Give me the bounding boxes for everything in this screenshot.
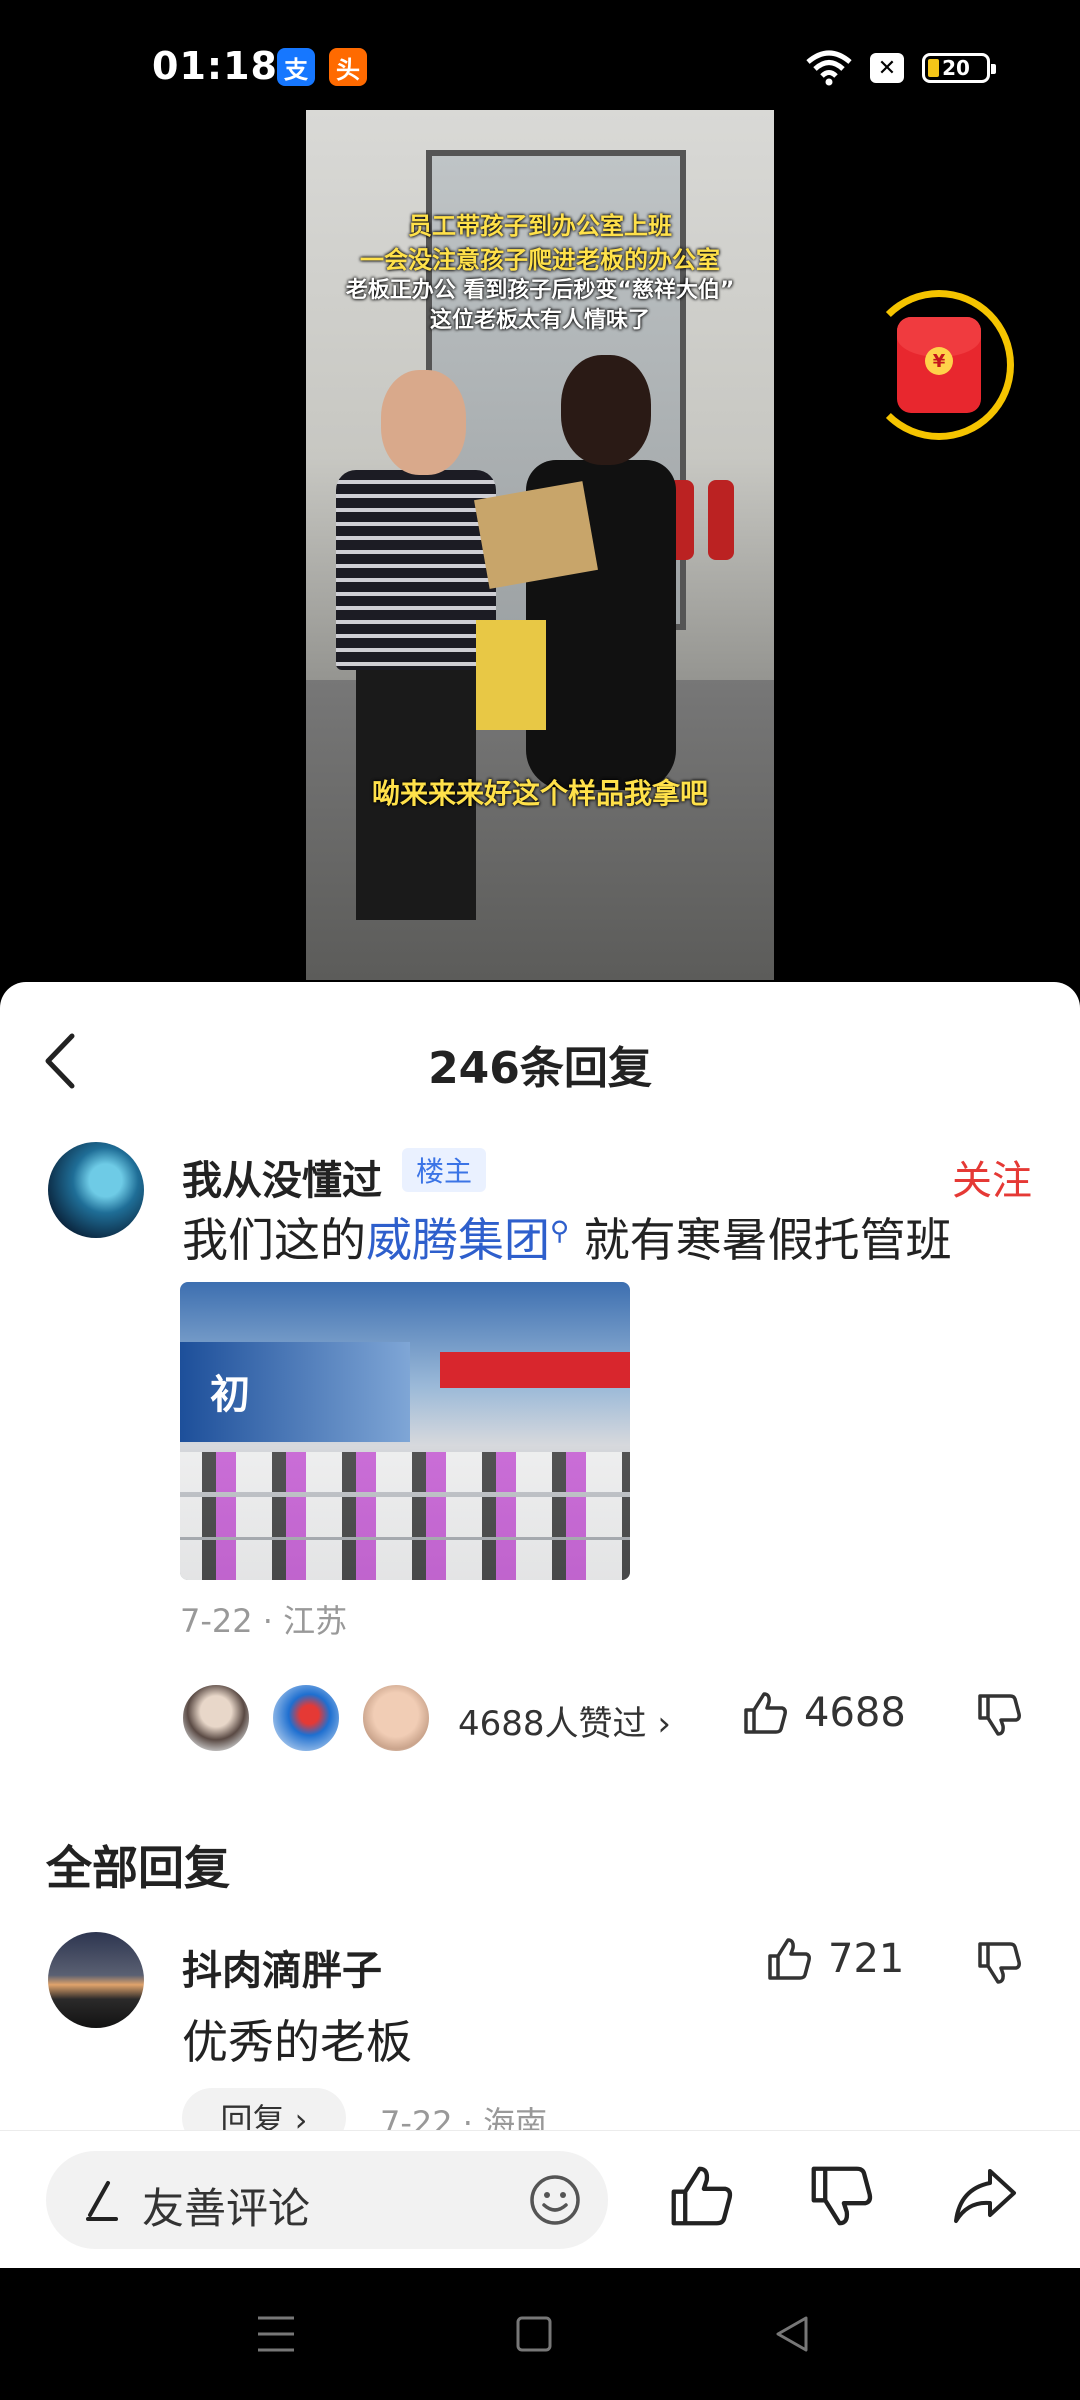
video-subtitle: 呦来来来好这个样品我拿吧 [371, 777, 708, 810]
reply-text: 优秀的老板 [182, 2015, 412, 2069]
reply-like-button[interactable]: 721 [766, 1936, 904, 1982]
image-classroom-row [180, 1497, 630, 1537]
comment-input-placeholder: 友善评论 [142, 2184, 311, 2233]
image-classroom-row [180, 1540, 630, 1580]
share-icon[interactable] [950, 2163, 1020, 2229]
video-scene-extinguisher [708, 480, 734, 560]
owner-badge: 楼主 [402, 1148, 487, 1192]
likes-summary-link[interactable]: 4688人赞过 › [458, 1696, 671, 1745]
image-banner-right [440, 1352, 630, 1388]
like-count: 4688 [804, 1690, 906, 1736]
battery-level: 20 [942, 56, 970, 80]
status-bar: 01:18 支 头 ✕ 20 [0, 0, 1080, 110]
video-player[interactable]: 员工带孩子到办公室上班 一会没注意孩子爬进老板的办公室 老板正办公 看到孩子后秒… [306, 110, 774, 980]
menu-icon[interactable] [256, 2312, 296, 2356]
bottom-bar: 友善评论 [0, 2130, 1080, 2268]
home-icon[interactable] [514, 2312, 554, 2356]
likes-row: 4688人赞过 › 4688 [0, 1682, 1080, 1762]
system-nav-bar [0, 2268, 1080, 2400]
red-packet-button[interactable]: ¥ [864, 290, 1014, 440]
liker-avatar[interactable] [180, 1682, 252, 1754]
reply-username[interactable]: 抖肉滴胖子 [182, 1938, 382, 1996]
follow-button[interactable]: 关注 [952, 1148, 1032, 1206]
reply-like-count: 721 [828, 1936, 905, 1982]
back-icon[interactable] [772, 2312, 812, 2356]
toutiao-icon: 头 [329, 48, 367, 86]
yuan-coin-icon: ¥ [925, 347, 953, 375]
comment-text-before: 我们这的 [182, 1213, 366, 1267]
video-scene-box [474, 481, 598, 589]
reply-item: 抖肉滴胖子 721 优秀的老板 回复 › 7-22 · 海南 [0, 1932, 1080, 2148]
comment-username[interactable]: 我从没懂过 [182, 1148, 382, 1206]
liker-avatar[interactable] [360, 1682, 432, 1754]
alipay-icon: 支 [277, 48, 315, 86]
status-time: 01:18 [152, 44, 278, 88]
pen-icon [86, 2181, 118, 2221]
video-caption-line2: 一会没注意孩子爬进老板的办公室 [360, 246, 720, 274]
video-caption-line1: 员工带孩子到办公室上班 [408, 212, 672, 240]
emoji-icon[interactable] [528, 2173, 582, 2227]
video-scene-bag [476, 620, 546, 730]
sheet-title: 246条回复 [428, 1043, 652, 1094]
all-replies-heading: 全部回复 [46, 1841, 230, 1895]
comment-text-after: 就有寒暑假托管班 [569, 1213, 952, 1267]
thumbs-down-icon[interactable] [808, 2163, 874, 2229]
avatar[interactable] [48, 1932, 144, 2028]
thumbs-up-icon[interactable] [668, 2163, 734, 2229]
red-envelope-icon: ¥ [897, 317, 981, 413]
like-button[interactable]: 4688 [742, 1690, 906, 1736]
image-banner-left: 初 [180, 1342, 410, 1442]
comment-text: 我们这的威腾集团⚲ 就有寒暑假托管班 [182, 1204, 952, 1270]
battery-fill [928, 59, 939, 77]
image-classroom-row [180, 1452, 630, 1492]
thumbs-down-icon[interactable] [976, 1692, 1022, 1738]
avatar[interactable] [48, 1142, 144, 1238]
comment-sheet: 246条回复 我从没懂过 楼主 关注 我们这的威腾集团⚲ 就有寒暑假托管班 初 … [0, 982, 1080, 2268]
thumbs-up-icon [744, 1692, 787, 1734]
battery-icon: 20 [922, 53, 996, 83]
video-scene-man [326, 340, 496, 940]
video-caption-line3: 老板正办公 看到孩子后秒变“慈祥大伯” [345, 278, 735, 303]
search-icon: ⚲ [550, 1216, 570, 1247]
video-caption-line4: 这位老板太有人情味了 [429, 308, 650, 333]
sheet-header: 246条回复 [0, 982, 1080, 1132]
no-sim-icon: ✕ [870, 53, 904, 83]
comment-keyword-link[interactable]: 威腾集团 [366, 1213, 550, 1267]
wifi-icon [806, 50, 852, 86]
comment-meta: 7-22 · 江苏 [180, 1602, 348, 1640]
thumbs-up-icon [768, 1938, 811, 1980]
comment-image[interactable]: 初 [180, 1282, 630, 1580]
liker-avatar[interactable] [270, 1682, 342, 1754]
comment-input[interactable]: 友善评论 [46, 2151, 608, 2249]
thumbs-down-icon[interactable] [976, 1940, 1022, 1986]
